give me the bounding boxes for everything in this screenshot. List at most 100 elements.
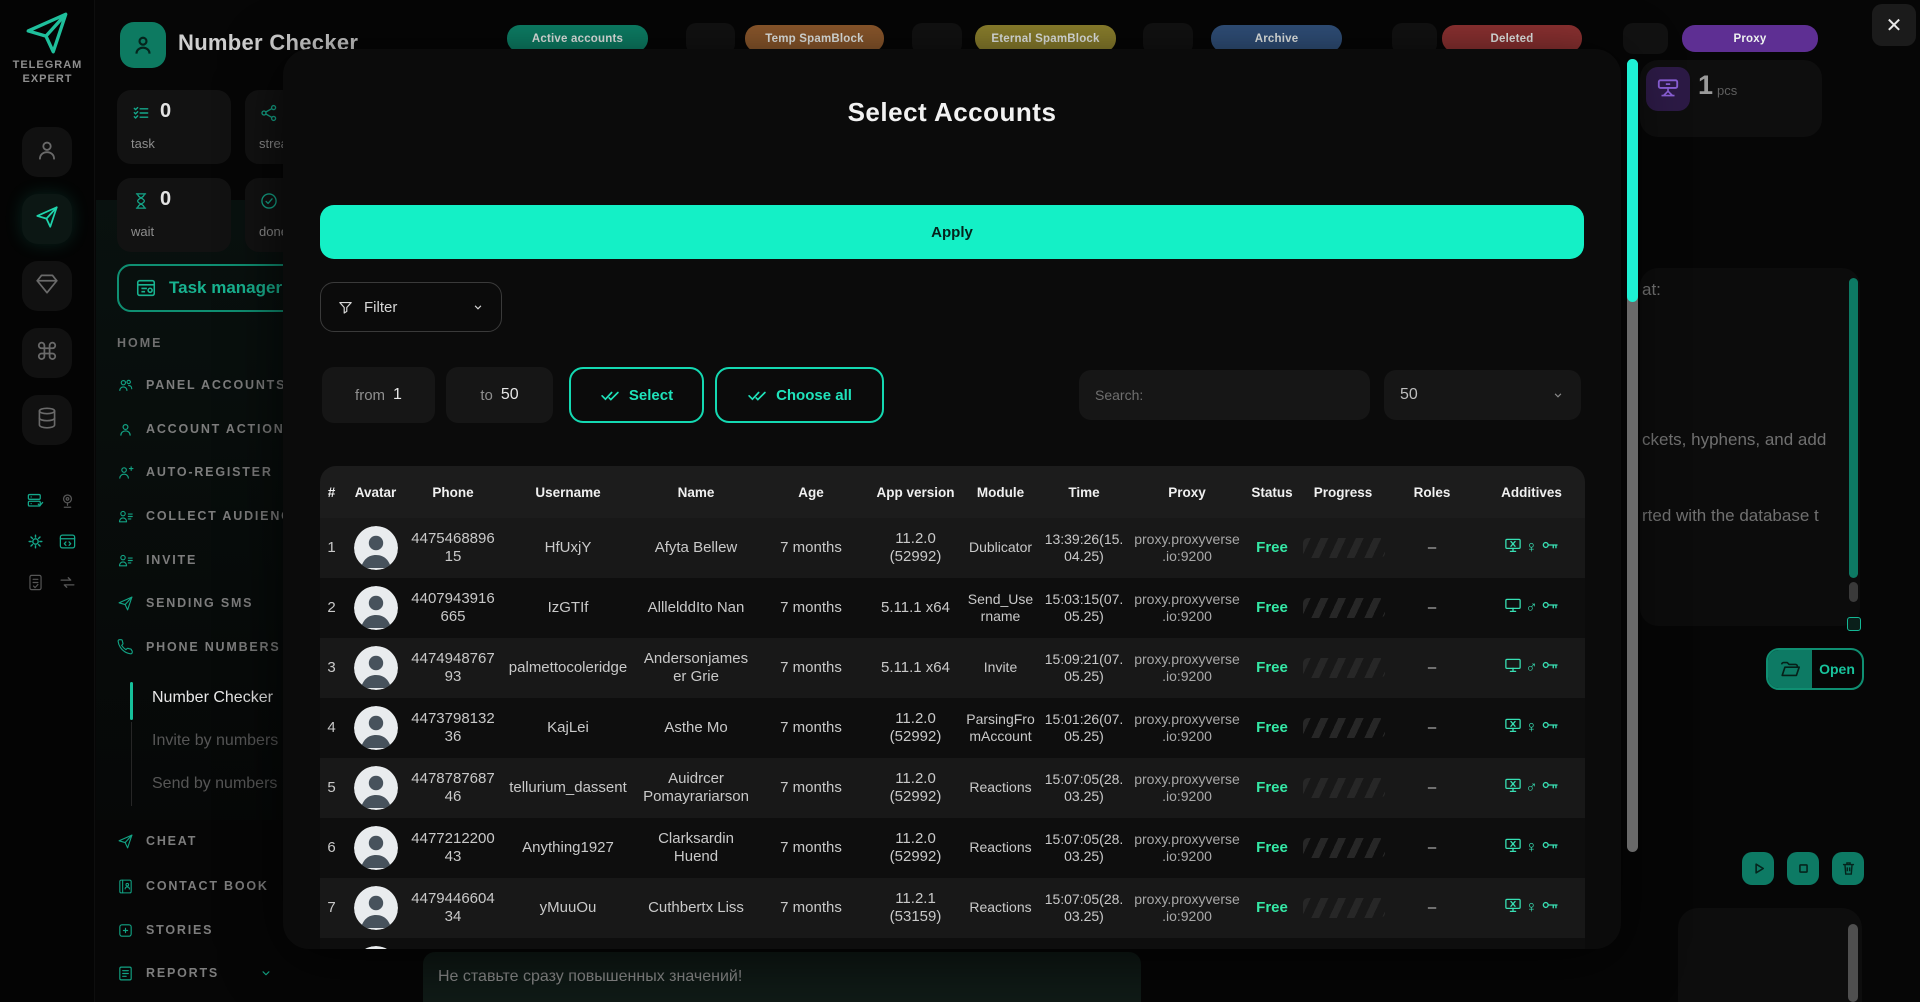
cell-proxy: proxy.proxyverse.io:9200 — [1134, 830, 1240, 864]
tab-archive[interactable]: Archive — [1211, 25, 1342, 52]
sidebar-item-auto-register[interactable]: AUTO-REGISTER — [117, 460, 273, 484]
from-label: from — [355, 386, 386, 404]
resize-handle[interactable] — [1847, 617, 1861, 631]
server-check-icon[interactable] — [25, 490, 45, 510]
cell-name: Andersonjameser Grie — [643, 649, 749, 685]
sidebar-item-cheat[interactable]: CHEAT — [117, 829, 197, 853]
menu-section-home: HOME — [117, 331, 163, 355]
sidebar-item-label: SENDING SMS — [146, 596, 254, 610]
progress-bar — [1303, 718, 1385, 738]
table-row[interactable]: 3 447494876793 palmettocoleridge Andersonja… — [320, 638, 1585, 698]
play-button[interactable] — [1742, 852, 1774, 885]
paper-plane-icon — [117, 833, 134, 850]
female-icon: ♀ — [1525, 838, 1538, 856]
cell-progress — [1300, 778, 1386, 798]
sidebar-item-sending-sms[interactable]: SENDING SMS — [117, 591, 253, 615]
double-check-icon — [601, 391, 619, 401]
sidebar-item-phone-numbers[interactable]: PHONE NUMBERS — [117, 635, 281, 659]
panel-scrollbar-thumb[interactable] — [1849, 278, 1858, 578]
sidebar-item-stories[interactable]: STORIES — [117, 918, 213, 942]
tab-eternal-spamblock[interactable]: Eternal SpamBlock — [975, 25, 1116, 52]
female-icon: ♀ — [1525, 538, 1538, 556]
choose-all-button[interactable]: Choose all — [715, 367, 884, 423]
gear-icon[interactable] — [25, 531, 45, 551]
cell-phone: 447878768746 — [411, 769, 495, 805]
rail-person-button[interactable] — [22, 127, 72, 177]
apply-button[interactable]: Apply — [320, 205, 1584, 259]
table-row[interactable]: 1 447546889615 HfUxjY Afyta Bellew 7 months 1… — [320, 518, 1585, 578]
rail-paper-plane-button[interactable] — [22, 194, 72, 244]
warning-banner: Не ставьте сразу повышенных значений! — [423, 952, 1141, 1002]
from-input[interactable]: from 1 — [322, 367, 435, 423]
table-row[interactable]: 5 447878768746 tellurium_dassent Auidrcer P… — [320, 758, 1585, 818]
cell-app-version: 11.2.0 (52992) — [889, 769, 942, 805]
sidebar-item-invite-by-numbers[interactable]: Invite by numbers — [152, 732, 278, 750]
rail-diamond-button[interactable] — [22, 261, 72, 311]
modal-scrollbar-thumb[interactable] — [1627, 59, 1638, 302]
sidebar-item-number-checker[interactable]: Number Checker — [152, 689, 273, 707]
cell-status: Free — [1256, 898, 1288, 916]
key-icon — [1542, 596, 1560, 619]
panel-scrollbar-track[interactable] — [1849, 582, 1858, 602]
filter-dropdown[interactable]: Filter — [320, 282, 502, 332]
table-row[interactable]: 844746650553unsaturationamaReactio15:07:… — [320, 938, 1585, 949]
panel-text-fragment: at: — [1642, 280, 1661, 299]
cell-app-version: 5.11.1 x64 — [881, 658, 950, 676]
to-label: to — [480, 386, 493, 404]
person-icon — [117, 421, 134, 438]
tab-proxy[interactable]: Proxy — [1682, 25, 1818, 52]
cell-num: 4 — [327, 718, 336, 736]
monitor-icon — [1504, 596, 1522, 619]
sidebar-item-contact-book[interactable]: CONTACT BOOK — [117, 874, 269, 898]
note-check-icon[interactable] — [25, 572, 45, 592]
stat-label: task — [131, 136, 155, 151]
cell-additives: ♀ — [1478, 716, 1585, 739]
stop-button[interactable] — [1787, 852, 1819, 885]
swap-icon[interactable] — [57, 572, 77, 592]
sidebar-item-account-action[interactable]: ACCOUNT ACTION — [117, 417, 285, 441]
tab-temp-spamblock[interactable]: Temp SpamBlock — [745, 25, 884, 52]
sidebar-item-invite[interactable]: INVITE — [117, 548, 197, 572]
bottom-right-scrollbar[interactable] — [1848, 924, 1858, 1002]
delete-button[interactable] — [1832, 852, 1864, 885]
table-row[interactable]: 2 4407943916665 IzGTIf AlllelddIto Nan 7 mon… — [320, 578, 1585, 638]
task-manager-icon — [136, 279, 156, 297]
telegram-expert-logo-icon — [22, 8, 72, 56]
to-input[interactable]: to 50 — [446, 367, 553, 423]
sidebar-item-reports[interactable]: REPORTS — [117, 961, 273, 985]
progress-bar — [1303, 538, 1385, 558]
sidebar-item-panel-accounts[interactable]: PANEL ACCOUNTS — [117, 373, 286, 397]
table-row[interactable]: 6 447721220043 Anything1927 Clarksardin Hue… — [320, 818, 1585, 878]
cell-roles: – — [1427, 838, 1437, 856]
avatar — [353, 706, 398, 750]
table-row[interactable]: 7 447944660434 yMuuOu Cuthbertx Liss 7 month… — [320, 878, 1585, 938]
cell-app-version: 11.2.1 (53159) — [889, 889, 942, 925]
close-icon[interactable]: ✕ — [1872, 4, 1916, 46]
search-input[interactable] — [1079, 370, 1370, 420]
table-row[interactable]: 4 447379813236 KajLei Asthe Mo 7 months 11.2.… — [320, 698, 1585, 758]
page-size-select[interactable]: 50 — [1384, 370, 1581, 420]
key-icon — [1542, 836, 1560, 859]
cell-additives: ♀ — [1478, 896, 1585, 919]
sidebar-item-collect-audience[interactable]: COLLECT AUDIENCE — [117, 504, 302, 528]
avatar — [353, 826, 398, 870]
cell-progress — [1300, 838, 1386, 858]
code-window-icon[interactable] — [57, 531, 77, 551]
cell-username: palmettocoleridge — [508, 658, 628, 676]
sidebar-item-send-by-numbers[interactable]: Send by numbers — [152, 775, 277, 793]
tab-deleted[interactable]: Deleted — [1442, 25, 1582, 52]
cell-avatar — [343, 946, 408, 949]
tab-active-accounts[interactable]: Active accounts — [507, 25, 648, 52]
menu-section-label: HOME — [117, 336, 163, 350]
cell-additives: ♂ — [1478, 656, 1585, 679]
open-button[interactable]: Open — [1766, 648, 1864, 690]
webcam-icon[interactable] — [57, 490, 77, 510]
rail-command-button[interactable]: ⌘ — [22, 328, 72, 378]
select-button[interactable]: Select — [569, 367, 704, 423]
select-accounts-modal: Select Accounts Apply Filter from 1 to 5… — [283, 49, 1621, 949]
cell-time: 13:39:26(15.04.25) — [1044, 530, 1124, 564]
cell-module: Reactions — [969, 779, 1032, 796]
cell-roles: – — [1427, 778, 1437, 796]
contact-book-icon — [117, 878, 134, 895]
rail-database-button[interactable] — [22, 395, 72, 445]
